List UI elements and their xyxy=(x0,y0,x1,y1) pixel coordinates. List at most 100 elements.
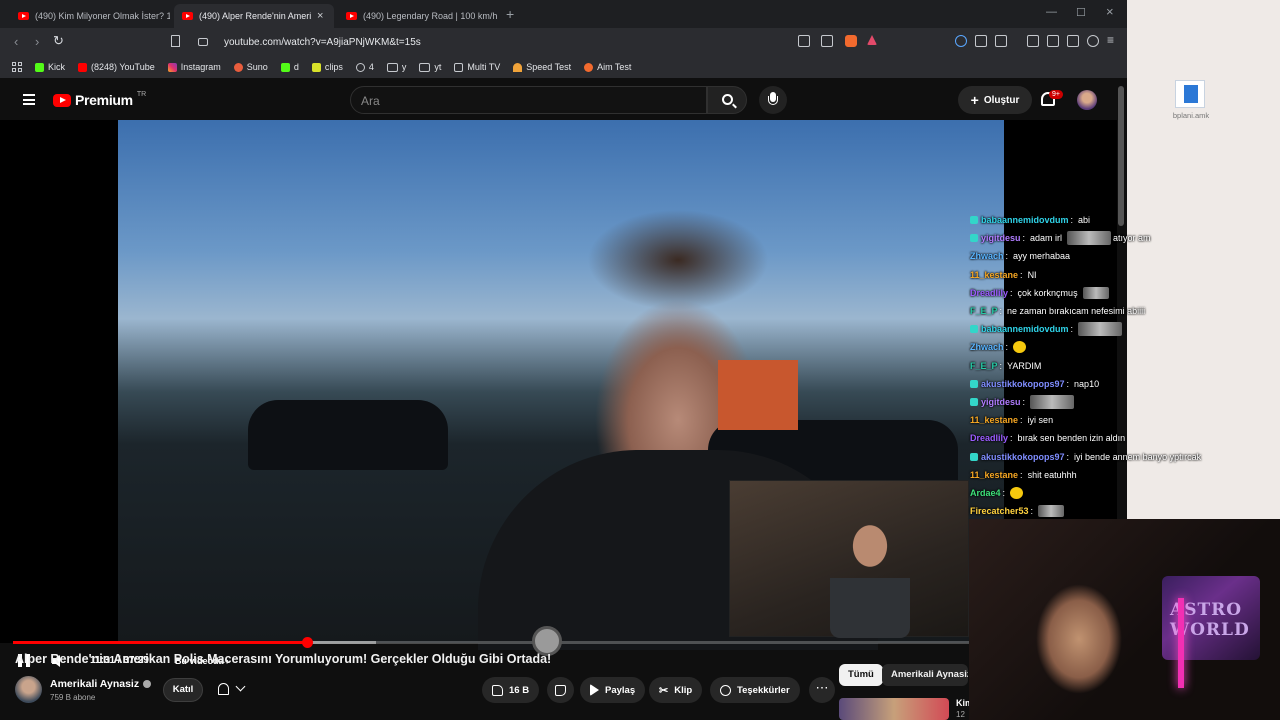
bookmark-clips[interactable]: clips xyxy=(311,62,343,72)
chat-username[interactable]: Ardae4 xyxy=(970,488,1001,498)
site-info-icon[interactable] xyxy=(198,38,208,46)
bookmark-suno[interactable]: Suno xyxy=(233,62,268,72)
voice-search-button[interactable] xyxy=(759,86,787,114)
back-icon[interactable]: ‹ xyxy=(14,34,18,49)
chat-username[interactable]: akustikkokopops97 xyxy=(981,452,1065,462)
bookmark-multi-tv[interactable]: Multi TV xyxy=(454,62,500,72)
subscriber-badge-icon xyxy=(970,325,978,334)
page-scrollbar[interactable] xyxy=(1118,86,1124,226)
progress-bar[interactable] xyxy=(13,637,969,648)
bookmark-kick[interactable]: Kick xyxy=(35,62,65,72)
chat-emote-icon xyxy=(1030,394,1075,409)
chat-text: shit eatuhhh xyxy=(1027,469,1077,480)
brave-shield-icon[interactable] xyxy=(845,35,857,47)
media-icon[interactable] xyxy=(1027,35,1039,47)
apps-grid-icon[interactable] xyxy=(12,62,22,72)
chat-username[interactable]: Zhwach xyxy=(970,251,1004,261)
chat-text: atıyor am xyxy=(1113,233,1151,244)
new-tab-icon[interactable]: + xyxy=(506,6,514,22)
chat-username[interactable]: yigitdesu xyxy=(981,233,1021,243)
bookmark-aim-test[interactable]: Aim Test xyxy=(584,62,631,72)
account-avatar[interactable] xyxy=(1077,90,1097,110)
more-actions-icon[interactable]: ⋯ xyxy=(809,677,835,703)
screenshot-icon[interactable] xyxy=(995,35,1007,47)
forward-icon[interactable]: › xyxy=(35,34,39,49)
ai-icon[interactable] xyxy=(1067,35,1079,47)
chat-username[interactable]: babaannemidovdum xyxy=(981,215,1069,225)
chat-message: 11_kestane: shit eatuhhh xyxy=(970,469,1077,480)
bookmark-speed-test[interactable]: Speed Test xyxy=(513,62,571,72)
minimize-icon[interactable]: — xyxy=(1046,6,1057,18)
chat-username[interactable]: 11_kestane xyxy=(970,270,1018,280)
chat-username[interactable]: F_E_P xyxy=(970,361,998,371)
browser-tab[interactable]: (490) Legendary Road | 100 km/h - Y xyxy=(338,4,498,28)
youtube-favicon-icon xyxy=(18,12,29,20)
chevron-down-icon[interactable] xyxy=(235,681,246,692)
create-button[interactable]: + Oluştur xyxy=(958,86,1032,114)
menu-icon[interactable]: ≡ xyxy=(1107,33,1114,47)
cast-icon[interactable] xyxy=(798,35,810,47)
share-icon[interactable] xyxy=(821,35,833,47)
streamer-picture-in-picture xyxy=(729,480,969,638)
tab-label: (490) Kim Milyoner Olmak İster? 120 xyxy=(35,11,170,21)
bookmark-d[interactable]: d xyxy=(280,62,299,72)
youtube-icon xyxy=(78,62,88,72)
maximize-icon[interactable]: ☐ xyxy=(1076,6,1086,19)
hamburger-menu-icon[interactable] xyxy=(23,94,35,105)
rewards-icon[interactable] xyxy=(867,35,877,45)
chip-all[interactable]: Tümü xyxy=(839,664,883,686)
chat-emote-icon xyxy=(1013,341,1027,354)
close-window-icon[interactable]: × xyxy=(1106,4,1114,19)
channel-avatar[interactable] xyxy=(15,676,42,703)
dislike-button[interactable] xyxy=(547,677,574,703)
join-button[interactable]: Katıl xyxy=(163,678,203,702)
chat-username[interactable]: 11_kestane xyxy=(970,415,1018,425)
stream-chat-overlay: babaannemidovdum: abi yigitdesu: adam irl at… xyxy=(970,211,1270,520)
kick-icon xyxy=(280,62,290,72)
wallet-icon[interactable] xyxy=(1047,35,1059,47)
search-input[interactable]: Ara xyxy=(350,86,707,114)
chat-username[interactable]: 11_kestane xyxy=(970,470,1018,480)
bookmark-4[interactable]: 4 xyxy=(355,62,374,72)
plus-icon: + xyxy=(970,92,979,108)
like-button[interactable]: 16 B xyxy=(482,677,540,703)
recommended-thumbnail[interactable] xyxy=(839,698,949,720)
bookmark-folder-y[interactable]: y xyxy=(386,62,406,72)
chip-channel[interactable]: Amerikali Aynasiz xyxy=(882,664,968,686)
subscriber-badge-icon xyxy=(970,397,978,406)
chat-username[interactable]: akustikkokopops97 xyxy=(981,379,1065,389)
chat-username[interactable]: babaannemidovdum xyxy=(981,324,1069,334)
youtube-premium-logo[interactable]: Premium TR xyxy=(53,91,146,108)
file-icon[interactable] xyxy=(1175,80,1205,108)
browser-tab-active[interactable]: (490) Alper Rende'nin Amerik × xyxy=(174,4,334,28)
chat-message: akustikkokopops97: iyi bende annem banyo … xyxy=(970,447,1270,465)
chat-message: 11_kestane: iyi sen xyxy=(970,415,1054,426)
youtube-favicon-icon xyxy=(346,12,357,20)
share-button[interactable]: Paylaş xyxy=(580,677,646,703)
bookmark-instagram[interactable]: Instagram xyxy=(167,62,221,72)
bookmark-youtube[interactable]: (8248) YouTube xyxy=(78,62,155,72)
bookmark-icon[interactable] xyxy=(171,35,180,47)
vpn-icon[interactable] xyxy=(1087,35,1099,47)
chat-username[interactable]: yigitdesu xyxy=(981,397,1021,407)
chat-username[interactable]: Firecatcher53 xyxy=(970,506,1029,516)
subscription-bell-icon[interactable] xyxy=(218,683,229,695)
search-button[interactable] xyxy=(707,86,747,114)
close-tab-icon[interactable]: × xyxy=(317,10,323,22)
browser-tab[interactable]: (490) Kim Milyoner Olmak İster? 120 xyxy=(10,4,170,28)
channel-name[interactable]: Amerikali Aynasiz xyxy=(50,678,152,690)
chat-emote-icon xyxy=(1038,505,1065,518)
chat-username[interactable]: Zhwach xyxy=(970,342,1004,352)
clips-icon xyxy=(311,62,321,72)
chat-username[interactable]: Dreadlily xyxy=(970,288,1008,298)
extension-icon[interactable] xyxy=(955,35,967,47)
puzzle-icon[interactable] xyxy=(975,35,987,47)
chat-username[interactable]: F_E_P xyxy=(970,306,998,316)
video-player[interactable]: 11:31 / 37:29 Bu videoda › xyxy=(0,120,1117,667)
thanks-button[interactable]: Teşekkürler xyxy=(710,677,800,703)
reload-icon[interactable]: ↻ xyxy=(53,33,64,49)
clip-button[interactable]: ✂ Klip xyxy=(649,677,703,703)
chat-username[interactable]: Dreadlily xyxy=(970,433,1008,443)
scrubber-handle[interactable] xyxy=(301,637,313,648)
bookmark-folder-yt[interactable]: yt xyxy=(419,62,441,72)
